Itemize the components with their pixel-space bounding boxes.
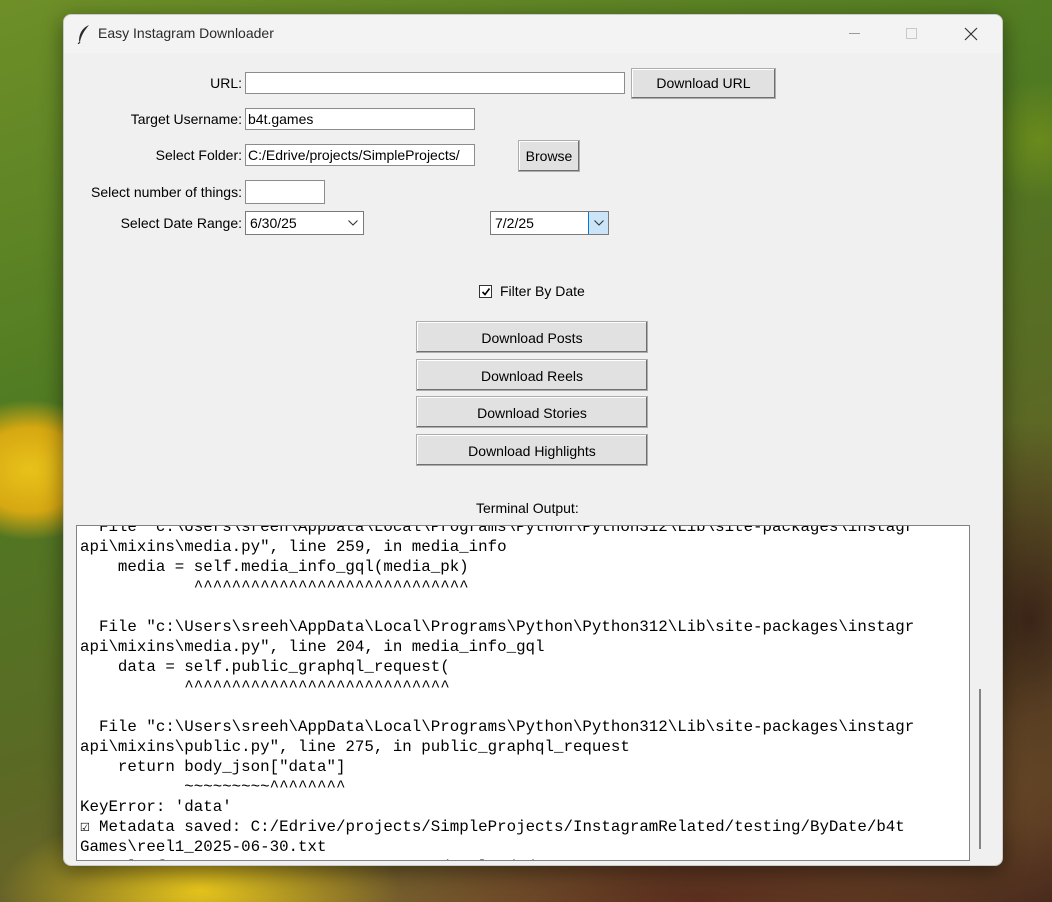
- start-date-picker[interactable]: 6/30/25: [245, 211, 364, 235]
- terminal-text: File "c:\Users\sreeh\AppData\Local\Progr…: [80, 525, 915, 860]
- app-window: Easy Instagram Downloader URL: Download …: [63, 14, 1003, 866]
- terminal-line: return body_json["data"]: [117, 758, 346, 776]
- folder-label: Select Folder:: [155, 147, 242, 163]
- terminal-line: api\mixins\media.py", line 204, in media…: [80, 638, 545, 656]
- scrollbar-thumb[interactable]: [979, 689, 981, 849]
- terminal-output[interactable]: File "c:\Users\sreeh\AppData\Local\Progr…: [76, 525, 970, 861]
- end-date-picker[interactable]: 7/2/25: [490, 211, 609, 235]
- terminal-line: Games\reel1_2025-06-30.txt: [80, 838, 327, 856]
- minimize-button[interactable]: [832, 15, 878, 53]
- window-title: Easy Instagram Downloader: [98, 25, 274, 41]
- end-date-value: 7/2/25: [495, 215, 534, 231]
- username-input[interactable]: b4t.games: [245, 108, 475, 130]
- download-url-button[interactable]: Download URL: [631, 68, 776, 99]
- terminal-scrollbar[interactable]: [976, 525, 988, 861]
- title-bar[interactable]: Easy Instagram Downloader: [64, 15, 1002, 53]
- filter-by-date-checkbox[interactable]: [479, 285, 492, 298]
- terminal-line: File "c:\Users\sreeh\AppData\Local\Progr…: [98, 525, 915, 536]
- terminal-line: ☑ Metadata saved: C:/Edrive/projects/Sim…: [80, 818, 905, 836]
- checkmark-icon: [481, 288, 491, 296]
- browse-button[interactable]: Browse: [518, 140, 580, 172]
- download-stories-button[interactable]: Download Stories: [416, 396, 648, 428]
- url-input[interactable]: [245, 72, 625, 94]
- url-label: URL:: [210, 75, 242, 91]
- username-label: Target Username:: [130, 111, 242, 127]
- terminal-line: File "c:\Users\sreeh\AppData\Local\Progr…: [98, 618, 915, 636]
- chevron-down-icon: [594, 220, 604, 226]
- maximize-button[interactable]: [888, 15, 934, 53]
- download-posts-button[interactable]: Download Posts: [416, 321, 648, 353]
- end-date-dropdown[interactable]: [588, 212, 608, 234]
- feather-icon: [77, 25, 89, 44]
- terminal-line: ☑ Reels from 2025-06-30 to 2025-07-02 do…: [80, 858, 545, 860]
- count-label: Select number of things:: [91, 184, 242, 200]
- filter-by-date-label[interactable]: Filter By Date: [500, 283, 585, 299]
- start-date-dropdown[interactable]: [343, 212, 363, 234]
- terminal-line: api\mixins\media.py", line 259, in media…: [80, 538, 507, 556]
- terminal-line: KeyError: 'data': [80, 798, 232, 816]
- terminal-line: media = self.media_info_gql(media_pk): [117, 558, 469, 576]
- terminal-output-label: Terminal Output:: [476, 500, 579, 516]
- folder-input[interactable]: C:/Edrive/projects/SimpleProjects/: [245, 144, 475, 166]
- terminal-line: ~~~~~~~~~^^^^^^^^: [184, 778, 346, 796]
- close-icon: [964, 27, 978, 41]
- download-highlights-button[interactable]: Download Highlights: [416, 434, 648, 466]
- download-reels-button[interactable]: Download Reels: [416, 359, 648, 391]
- terminal-line: ^^^^^^^^^^^^^^^^^^^^^^^^^^^^: [184, 678, 450, 696]
- start-date-value: 6/30/25: [250, 215, 297, 231]
- terminal-line: ^^^^^^^^^^^^^^^^^^^^^^^^^^^^^: [193, 578, 469, 596]
- close-button[interactable]: [948, 15, 994, 53]
- terminal-line: data = self.public_graphql_request(: [117, 658, 450, 676]
- terminal-line: api\mixins\public.py", line 275, in publ…: [80, 738, 630, 756]
- chevron-down-icon: [348, 220, 358, 226]
- date-range-label: Select Date Range:: [120, 215, 242, 231]
- terminal-line: File "c:\Users\sreeh\AppData\Local\Progr…: [98, 718, 915, 736]
- count-input[interactable]: [245, 180, 325, 204]
